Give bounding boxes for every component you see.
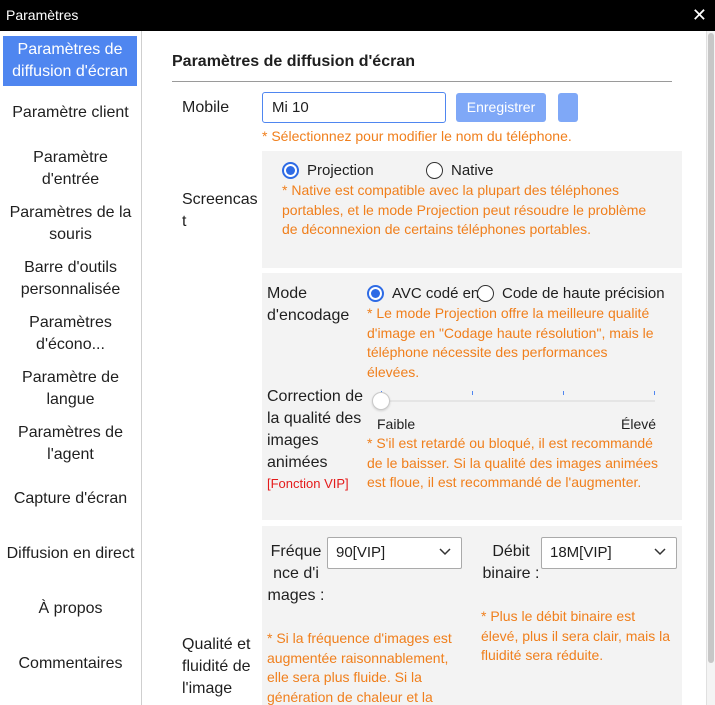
- radio-avc-indicator: [367, 285, 384, 302]
- extra-button[interactable]: [558, 93, 578, 122]
- radio-projection-label: Projection: [307, 162, 374, 179]
- radio-high-precision-indicator: [477, 285, 494, 302]
- radio-high-precision[interactable]: Code de haute précision: [477, 285, 667, 302]
- mobile-label: Mobile: [182, 99, 230, 116]
- radio-projection[interactable]: Projection: [282, 162, 374, 179]
- motion-quality-label: Correction de la qualité des images anim…: [267, 388, 364, 471]
- slider-tick: [563, 391, 564, 395]
- sidebar-item-feedback[interactable]: Commentaires: [0, 653, 141, 675]
- frame-rate-select[interactable]: 90[VIP]: [327, 537, 462, 569]
- encoding-label: Mode d'encodage: [267, 285, 350, 324]
- sidebar-item-input[interactable]: Paramètre d'entrée: [0, 147, 141, 191]
- radio-projection-indicator: [282, 162, 299, 179]
- radio-avc[interactable]: AVC codé en: [367, 285, 479, 302]
- sidebar-item-about[interactable]: À propos: [0, 598, 141, 620]
- sidebar-item-mouse[interactable]: Paramètres de la souris: [0, 202, 141, 246]
- sidebar-item-energy[interactable]: Paramètres d'écono...: [0, 312, 141, 356]
- slider-track: [381, 400, 655, 402]
- sidebar-item-agent[interactable]: Paramètres de l'agent: [0, 422, 141, 466]
- frame-rate-note: * Si la fréquence d'images est augmentée…: [267, 630, 452, 705]
- radio-native[interactable]: Native: [426, 162, 494, 179]
- motion-quality-slider[interactable]: [372, 389, 655, 413]
- vip-badge: [Fonction VIP]: [267, 476, 349, 491]
- section-title: Paramètres de diffusion d'écran: [172, 53, 415, 70]
- quality-label: Qualité et fluidité de l'image: [182, 636, 251, 697]
- register-button[interactable]: Enregistrer: [456, 93, 546, 122]
- window-title: Paramètres: [6, 7, 79, 23]
- radio-avc-label: AVC codé en: [392, 285, 480, 302]
- frame-rate-value: 90[VIP]: [336, 544, 386, 561]
- sidebar-item-client[interactable]: Paramètre client: [0, 102, 141, 124]
- motion-quality-note: * S'il est retardé ou bloqué, il est rec…: [367, 435, 659, 490]
- slider-knob[interactable]: [372, 392, 390, 410]
- scrollbar[interactable]: [706, 31, 715, 705]
- close-icon[interactable]: ✕: [692, 5, 707, 25]
- sidebar-item-live[interactable]: Diffusion en direct: [0, 543, 141, 565]
- sidebar-item-toolbar[interactable]: Barre d'outils personnalisée: [0, 257, 141, 301]
- bitrate-note: * Plus le débit binaire est élevé, plus …: [481, 608, 671, 663]
- radio-high-precision-label: Code de haute précision: [502, 285, 665, 302]
- screencast-note: * Native est compatible avec la plupart …: [282, 182, 647, 237]
- mobile-note: * Sélectionnez pour modifier le nom du t…: [262, 128, 572, 144]
- sidebar-item-screenshot[interactable]: Capture d'écran: [0, 488, 141, 510]
- scrollbar-thumb[interactable]: [708, 33, 714, 663]
- screencast-label: Screencast: [182, 191, 258, 230]
- slider-tick: [654, 391, 655, 395]
- slider-tick: [472, 391, 473, 395]
- sidebar-item-language[interactable]: Paramètre de langue: [0, 367, 141, 411]
- chevron-down-icon: [439, 548, 451, 556]
- settings-content: Paramètres de diffusion d'écran Mobile E…: [143, 31, 715, 705]
- bitrate-label: Débit binaire :: [482, 543, 540, 582]
- frame-rate-label: Fréquence d'images :: [267, 543, 325, 604]
- radio-native-label: Native: [451, 162, 494, 179]
- title-bar: Paramètres ✕: [0, 0, 715, 31]
- sidebar: Paramètres de diffusion d'écran Paramètr…: [0, 31, 142, 705]
- chevron-down-icon: [654, 548, 666, 556]
- radio-native-indicator: [426, 162, 443, 179]
- encoding-note: * Le mode Projection offre la meilleure …: [367, 305, 654, 380]
- bitrate-select[interactable]: 18M[VIP]: [541, 537, 677, 569]
- section-divider: [172, 81, 672, 82]
- sidebar-item-screen-casting[interactable]: Paramètres de diffusion d'écran: [3, 36, 137, 86]
- slider-max-label: Élevé: [621, 416, 657, 432]
- bitrate-value: 18M[VIP]: [550, 544, 612, 561]
- mobile-name-input[interactable]: [262, 92, 446, 123]
- slider-min-label: Faible: [377, 416, 416, 432]
